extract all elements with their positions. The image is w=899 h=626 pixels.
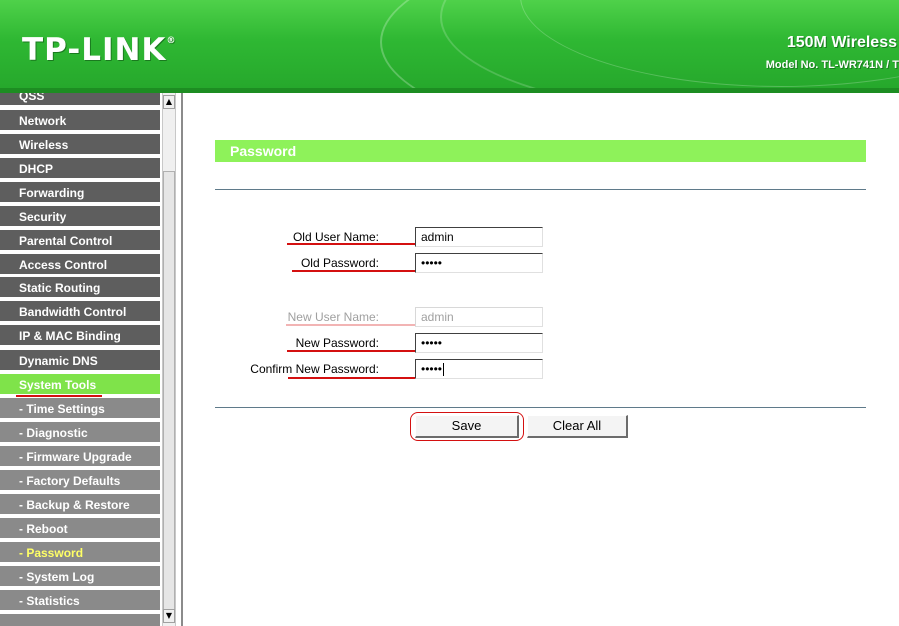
old-password-input[interactable]: •••••	[415, 253, 543, 273]
divider-bottom	[215, 407, 866, 408]
old-user-name-label: Old User Name:	[292, 230, 379, 244]
new-password-label: New Password:	[295, 336, 379, 350]
tp-link-logo: TP-LINK®	[22, 32, 177, 68]
sidebar-item-wireless[interactable]: Wireless	[0, 134, 160, 156]
scroll-up-arrow-icon[interactable]: ▲	[163, 95, 175, 109]
sidebar-item-access-control[interactable]: Access Control	[0, 254, 160, 276]
sidebar-item-partial	[0, 614, 160, 626]
sidebar-item-network[interactable]: Network	[0, 110, 160, 132]
new-password-input[interactable]: •••••	[415, 333, 543, 353]
annotation-underline	[16, 395, 102, 397]
confirm-password-label: Confirm New Password:	[250, 362, 379, 376]
sidebar-item-time-settings[interactable]: - Time Settings	[0, 398, 160, 420]
scroll-down-arrow-icon[interactable]: ▼	[163, 609, 175, 623]
sidebar-item-reboot[interactable]: - Reboot	[0, 518, 160, 540]
new-user-name-input[interactable]: admin	[415, 307, 543, 327]
text-caret	[443, 363, 445, 377]
sidebar-menu: QSS Network Wireless DHCP Forwarding Sec…	[0, 93, 162, 626]
sidebar-item-qss[interactable]: QSS	[0, 93, 160, 107]
sidebar-scrollbar[interactable]: ▲ ▼	[162, 93, 176, 626]
sidebar-item-backup-restore[interactable]: - Backup & Restore	[0, 494, 160, 516]
old-password-label: Old Password:	[300, 256, 379, 270]
sidebar-item-static-routing[interactable]: Static Routing	[0, 277, 160, 299]
sidebar-item-factory-defaults[interactable]: - Factory Defaults	[0, 470, 160, 492]
sidebar-item-security[interactable]: Security	[0, 206, 160, 228]
new-user-name-label: New User Name:	[287, 310, 379, 324]
sidebar-item-system-log[interactable]: - System Log	[0, 566, 160, 588]
old-user-name-input[interactable]: admin	[415, 227, 543, 247]
product-name: 150M Wireless	[786, 34, 897, 51]
sidebar-item-diagnostic[interactable]: - Diagnostic	[0, 422, 160, 444]
sidebar-item-dhcp[interactable]: DHCP	[0, 158, 160, 180]
scroll-thumb[interactable]	[163, 171, 175, 611]
frame-divider	[181, 93, 183, 626]
sidebar-item-firmware-upgrade[interactable]: - Firmware Upgrade	[0, 446, 160, 468]
confirm-password-input[interactable]: •••••	[415, 359, 543, 379]
save-button[interactable]: Save	[415, 415, 519, 438]
header-banner: TP-LINK® 150M Wireless Model No. TL-WR74…	[0, 0, 899, 88]
sidebar-item-statistics[interactable]: - Statistics	[0, 590, 160, 612]
sidebar-item-ip-mac-binding[interactable]: IP & MAC Binding	[0, 325, 160, 347]
sidebar-item-dynamic-dns[interactable]: Dynamic DNS	[0, 350, 160, 372]
sidebar-item-parental-control[interactable]: Parental Control	[0, 230, 160, 252]
sidebar-item-bandwidth-control[interactable]: Bandwidth Control	[0, 301, 160, 323]
model-number: Model No. TL-WR741N / T	[765, 59, 899, 71]
sidebar-item-system-tools[interactable]: System Tools	[0, 374, 160, 396]
sidebar-item-forwarding[interactable]: Forwarding	[0, 182, 160, 204]
clear-all-button[interactable]: Clear All	[527, 415, 628, 438]
divider-top	[215, 189, 866, 190]
page-title: Password	[215, 140, 866, 162]
sidebar-item-password[interactable]: - Password	[0, 542, 160, 564]
